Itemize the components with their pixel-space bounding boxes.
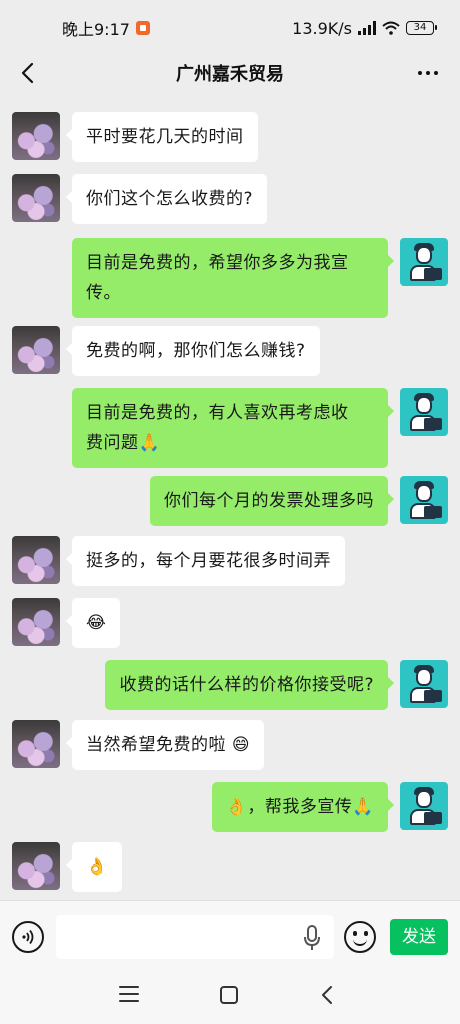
system-nav-bar bbox=[0, 972, 460, 1024]
avatar[interactable] bbox=[400, 238, 448, 286]
message-bubble[interactable]: 😂 bbox=[65, 598, 121, 648]
message-bubble[interactable]: 目前是免费的，有人喜欢再考虑收 费问题🙏 bbox=[72, 388, 394, 468]
chat-header: 广州嘉禾贸易 bbox=[0, 48, 460, 98]
avatar[interactable] bbox=[12, 174, 60, 222]
network-speed: 13.9K/s bbox=[292, 18, 352, 38]
message-bubble[interactable]: 👌，帮我多宣传🙏 bbox=[211, 782, 395, 832]
avatar[interactable] bbox=[12, 720, 60, 768]
chat-title: 广州嘉禾贸易 bbox=[176, 64, 284, 85]
signal-icon bbox=[358, 21, 376, 35]
message-bubble[interactable]: 你们每个月的发票处理多吗 bbox=[150, 476, 394, 526]
status-right: 13.9K/s 34 bbox=[292, 18, 437, 38]
avatar[interactable] bbox=[12, 112, 60, 160]
send-button[interactable]: 发送 bbox=[390, 919, 448, 955]
message-bubble[interactable]: 👌 bbox=[66, 842, 122, 892]
message-bubble[interactable]: 免费的啊，那你们怎么赚钱? bbox=[66, 326, 320, 376]
menu-icon[interactable] bbox=[119, 986, 139, 1004]
chevron-left-icon[interactable] bbox=[14, 60, 40, 86]
back-icon[interactable] bbox=[318, 984, 338, 1006]
more-dots-icon[interactable] bbox=[414, 60, 442, 86]
message-bubble[interactable]: 你们这个怎么收费的? bbox=[65, 174, 268, 224]
message-bubble[interactable]: 收费的话什么样的价格你接受呢? bbox=[105, 660, 394, 710]
avatar[interactable] bbox=[400, 476, 448, 524]
message-list: 平时要花几天的时间 你们这个怎么收费的? 目前是免费的，希望你多多为我宣 传。 … bbox=[0, 98, 460, 900]
status-time: 晚上9:17 bbox=[62, 20, 130, 39]
avatar[interactable] bbox=[12, 536, 60, 584]
avatar[interactable] bbox=[12, 842, 60, 890]
mic-icon[interactable] bbox=[302, 925, 322, 951]
home-icon[interactable] bbox=[220, 986, 238, 1004]
app-notification-icon bbox=[135, 21, 150, 35]
avatar[interactable] bbox=[400, 782, 448, 830]
message-bubble[interactable]: 当然希望免费的啦 😄 bbox=[65, 720, 265, 770]
message-bubble[interactable]: 目前是免费的，希望你多多为我宣 传。 bbox=[72, 238, 394, 318]
avatar[interactable] bbox=[400, 388, 448, 436]
message-bubble[interactable]: 挺多的，每个月要花很多时间弄 bbox=[66, 536, 345, 586]
message-bubble[interactable]: 平时要花几天的时间 bbox=[66, 112, 258, 162]
message-input[interactable] bbox=[56, 915, 334, 959]
avatar[interactable] bbox=[400, 660, 448, 708]
wifi-icon bbox=[382, 21, 400, 35]
avatar[interactable] bbox=[12, 598, 60, 646]
input-bar: 发送 bbox=[0, 900, 460, 972]
emoji-icon[interactable] bbox=[344, 921, 376, 953]
avatar[interactable] bbox=[12, 326, 60, 374]
voice-icon[interactable] bbox=[12, 921, 44, 953]
status-left: 晚上9:17 bbox=[62, 16, 150, 40]
battery-icon: 34 bbox=[406, 21, 437, 35]
